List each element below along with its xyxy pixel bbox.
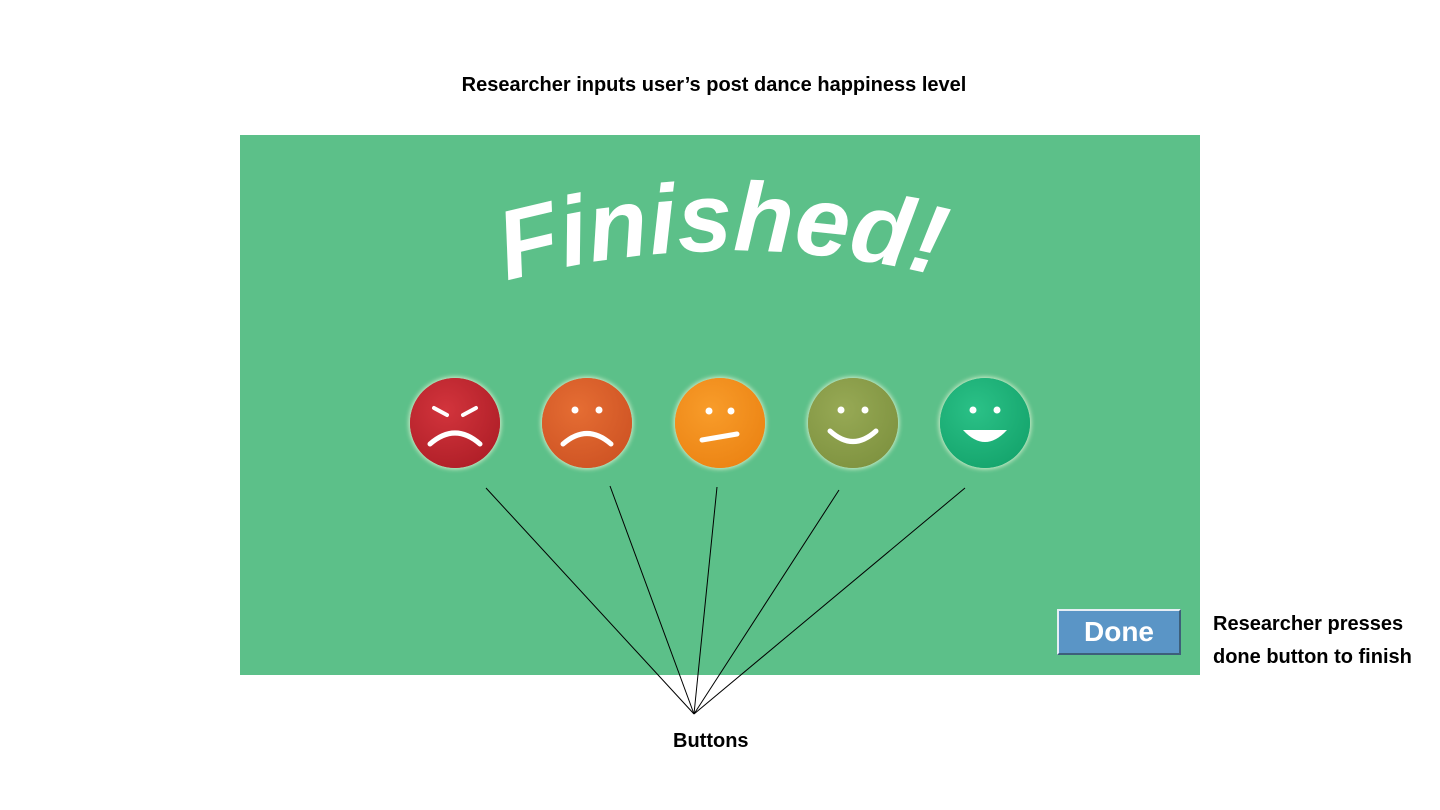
rating-button-very-happy[interactable]: [940, 378, 1030, 468]
very-happy-face-icon: [940, 378, 1030, 468]
finished-title-text: Finished!: [486, 161, 957, 301]
done-caption-line2: done button to finish: [1213, 646, 1412, 668]
rating-button-neutral[interactable]: [675, 378, 765, 468]
top-caption: Researcher inputs user’s post dance happ…: [461, 74, 967, 96]
rating-button-angry[interactable]: [410, 378, 500, 468]
finished-title: Finished!: [486, 161, 957, 301]
done-caption-line1: Researcher presses: [1213, 613, 1404, 635]
angry-face-icon: [410, 378, 500, 468]
happy-face-icon: [808, 378, 898, 468]
done-caption: Researcher presses done button to finish: [1213, 608, 1412, 674]
done-button[interactable]: Done: [1057, 609, 1181, 655]
neutral-face-icon: [675, 378, 765, 468]
rating-button-sad[interactable]: [542, 378, 632, 468]
buttons-caption: Buttons: [673, 730, 749, 752]
rating-button-happy[interactable]: [808, 378, 898, 468]
finished-screen: Finished! Done: [240, 135, 1200, 675]
sad-face-icon: [542, 378, 632, 468]
